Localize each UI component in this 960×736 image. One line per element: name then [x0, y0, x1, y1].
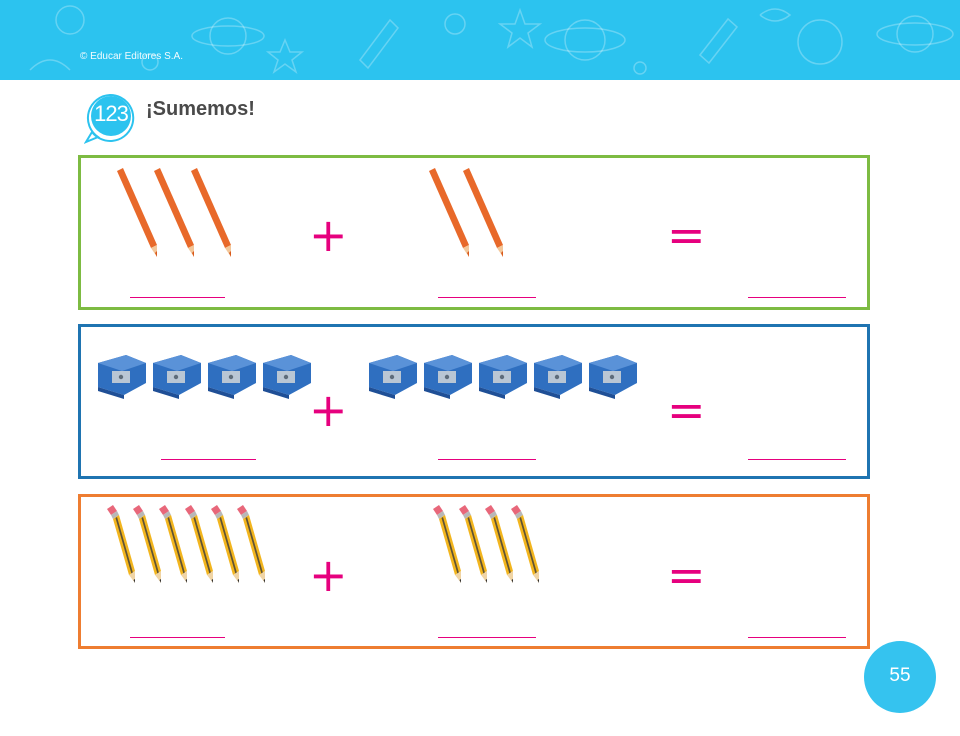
- plus-sign: +: [309, 548, 348, 602]
- answer-blank-left[interactable]: [130, 297, 225, 298]
- sharpener-icon: [263, 355, 311, 399]
- sharpener-icon: [369, 355, 417, 399]
- plus-sign: +: [309, 383, 348, 437]
- sharpener-icon: [208, 355, 256, 399]
- graphite-pencil-icon: [185, 505, 213, 583]
- answer-blank-left[interactable]: [161, 459, 256, 460]
- addition-row-3: + =: [78, 494, 870, 649]
- plus-sign: +: [309, 208, 348, 262]
- sharpener-icon: [589, 355, 637, 399]
- page-title: ¡Sumemos!: [146, 98, 255, 120]
- colored-pencil-icon: [463, 168, 503, 257]
- addition-row-1: + =: [78, 155, 870, 310]
- graphite-pencils-group-right: [433, 505, 539, 583]
- equals-sign: =: [667, 548, 706, 602]
- numbers-badge-icon: 123: [83, 92, 136, 145]
- answer-blank-result[interactable]: [748, 459, 846, 460]
- sharpener-icon: [424, 355, 472, 399]
- answer-blank-right[interactable]: [438, 459, 536, 460]
- colored-pencils-group-right: [429, 168, 503, 257]
- graphite-pencil-icon: [511, 505, 539, 583]
- page-number: 55: [889, 665, 911, 686]
- colored-pencil-icon: [191, 168, 231, 257]
- sharpeners-group-right: [369, 355, 637, 399]
- sharpener-icon: [98, 355, 146, 399]
- graphite-pencil-icon: [485, 505, 513, 583]
- graphite-pencil-icon: [459, 505, 487, 583]
- answer-blank-result[interactable]: [748, 637, 846, 638]
- graphite-pencil-icon: [159, 505, 187, 583]
- addition-row-2: + =: [78, 324, 870, 479]
- sharpener-icon: [534, 355, 582, 399]
- copyright-text: © Educar Editores S.A.: [80, 51, 183, 62]
- page-header: © Educar Editores S.A.: [0, 0, 960, 80]
- answer-blank-right[interactable]: [438, 297, 536, 298]
- colored-pencil-icon: [429, 168, 469, 257]
- graphite-pencil-icon: [211, 505, 239, 583]
- badge-number: 123: [94, 101, 129, 126]
- answer-blank-left[interactable]: [130, 637, 225, 638]
- graphite-pencil-icon: [237, 505, 265, 583]
- sharpener-icon: [153, 355, 201, 399]
- colored-pencil-icon: [117, 168, 157, 257]
- graphite-pencil-icon: [107, 505, 135, 583]
- sharpeners-group-left: [98, 355, 311, 399]
- answer-blank-right[interactable]: [438, 637, 536, 638]
- equals-sign: =: [667, 208, 706, 262]
- answer-blank-result[interactable]: [748, 297, 846, 298]
- graphite-pencils-group-left: [107, 505, 265, 583]
- sharpener-icon: [479, 355, 527, 399]
- graphite-pencil-icon: [133, 505, 161, 583]
- page-number-badge: 55: [864, 641, 936, 713]
- graphite-pencil-icon: [433, 505, 461, 583]
- colored-pencils-group-left: [117, 168, 231, 257]
- equals-sign: =: [667, 383, 706, 437]
- colored-pencil-icon: [154, 168, 194, 257]
- doodle-pattern: [29, 5, 954, 75]
